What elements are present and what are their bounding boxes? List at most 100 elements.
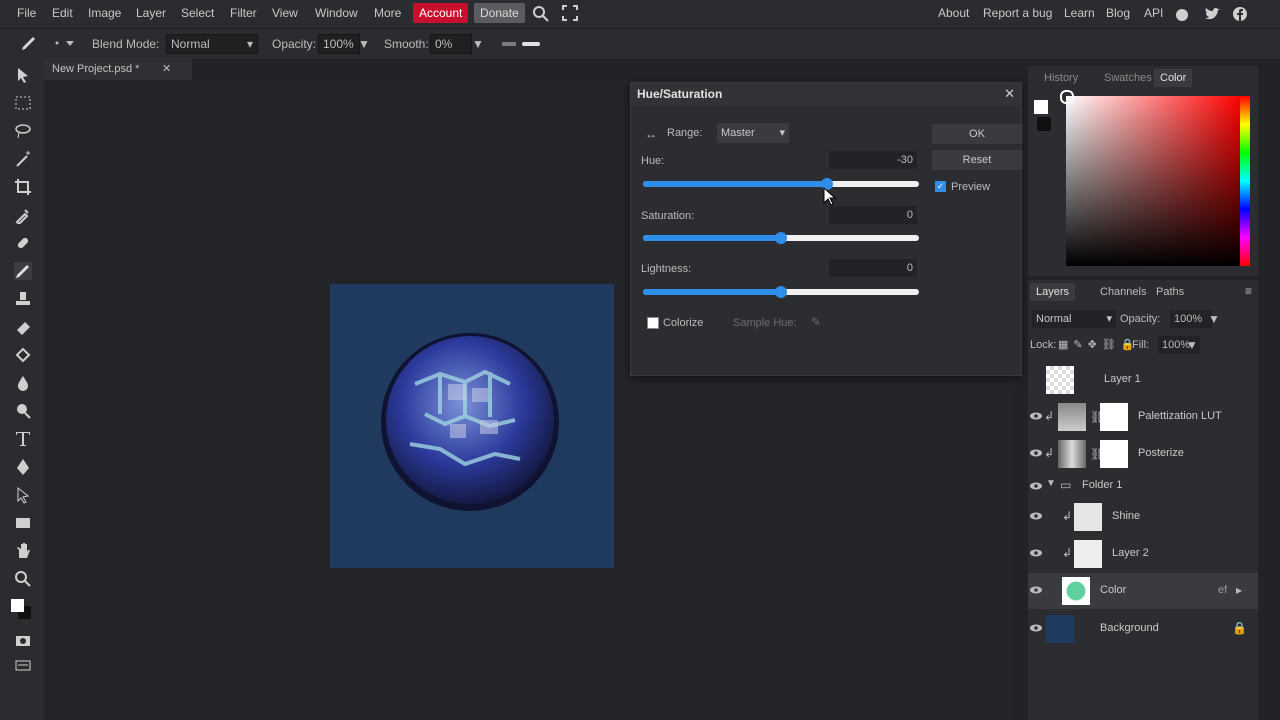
tab-paths[interactable]: Paths: [1156, 286, 1184, 298]
link-about[interactable]: About: [938, 6, 969, 20]
screen-mode-icon[interactable]: [14, 656, 32, 674]
chevron-down-icon[interactable]: ▼: [1186, 338, 1198, 352]
tab-channels[interactable]: Channels: [1100, 286, 1146, 298]
menu-more[interactable]: More: [374, 6, 401, 20]
shape-tool-icon[interactable]: [14, 514, 32, 532]
layer-fx-badge[interactable]: ef: [1218, 584, 1227, 596]
link-learn[interactable]: Learn: [1064, 6, 1095, 20]
preview-checkbox[interactable]: ✓: [935, 181, 946, 192]
lightness-slider[interactable]: [643, 286, 919, 298]
range-select[interactable]: Master ▾: [717, 123, 789, 143]
dialog-title[interactable]: Hue/Saturation: [631, 83, 1021, 105]
eye-icon[interactable]: [1030, 622, 1042, 634]
eye-icon[interactable]: [1030, 510, 1042, 522]
close-icon[interactable]: ✕: [162, 58, 171, 80]
healing-brush-icon[interactable]: [14, 234, 32, 252]
link-blog[interactable]: Blog: [1106, 6, 1130, 20]
tab-layers[interactable]: Layers: [1030, 283, 1076, 301]
pencil-tool-icon[interactable]: [20, 35, 40, 53]
pencil-icon[interactable]: [14, 262, 32, 280]
chevron-down-icon[interactable]: ▼: [472, 37, 484, 51]
lightness-input[interactable]: 0: [829, 259, 917, 277]
layer-opacity-input[interactable]: 100%: [1170, 310, 1212, 328]
menu-edit[interactable]: Edit: [52, 6, 73, 20]
eraser-icon[interactable]: [14, 318, 32, 336]
reddit-icon[interactable]: [1174, 6, 1190, 22]
marquee-tool-icon[interactable]: [14, 94, 32, 112]
layer-row-selected[interactable]: Color ef ▸: [1028, 573, 1258, 609]
pressure-icon[interactable]: [502, 39, 542, 49]
eye-icon[interactable]: [1030, 584, 1042, 596]
tab-swatches[interactable]: Swatches: [1104, 72, 1152, 84]
crop-tool-icon[interactable]: [14, 178, 32, 196]
eye-icon[interactable]: [1030, 547, 1042, 559]
blur-tool-icon[interactable]: [14, 374, 32, 392]
tab-history[interactable]: History: [1044, 72, 1078, 84]
link-api[interactable]: API: [1144, 6, 1163, 20]
layer-row[interactable]: Background 🔒: [1028, 611, 1258, 647]
twitter-icon[interactable]: [1204, 6, 1220, 22]
panel-menu-icon[interactable]: ≡: [1245, 284, 1252, 298]
menu-image[interactable]: Image: [88, 6, 121, 20]
lock-icons[interactable]: ▦✎✥⛓🔒: [1058, 338, 1140, 351]
fg-bg-swatch[interactable]: [1034, 100, 1054, 134]
account-button[interactable]: Account: [413, 3, 469, 23]
layer-row[interactable]: ↲ ⛓ Posterize: [1028, 436, 1258, 472]
donate-button[interactable]: Donate: [474, 3, 525, 23]
smooth-input[interactable]: 0%: [430, 34, 472, 54]
zoom-tool-icon[interactable]: [14, 570, 32, 588]
menu-layer[interactable]: Layer: [136, 6, 166, 20]
menu-select[interactable]: Select: [181, 6, 214, 20]
hue-input[interactable]: -30: [829, 151, 917, 169]
ok-button[interactable]: OK: [931, 123, 1023, 145]
chevron-down-icon[interactable]: ▼: [358, 37, 370, 51]
chevron-down-icon[interactable]: ▼: [1208, 312, 1220, 326]
lightness-slider-knob[interactable]: [775, 286, 787, 298]
chevron-down-icon[interactable]: ▼: [1046, 478, 1056, 489]
layer-row[interactable]: ↲ ⛓ Palettization LUT: [1028, 399, 1258, 435]
dodge-tool-icon[interactable]: [14, 402, 32, 420]
close-icon[interactable]: ✕: [1004, 86, 1015, 102]
saturation-slider-knob[interactable]: [775, 232, 787, 244]
quick-mask-icon[interactable]: [14, 632, 32, 650]
move-tool-icon[interactable]: [14, 66, 32, 84]
layer-blend-select[interactable]: Normal ▾: [1032, 310, 1116, 328]
menu-window[interactable]: Window: [315, 6, 358, 20]
pen-tool-icon[interactable]: [14, 458, 32, 476]
document-tab[interactable]: New Project.psd * ✕: [44, 58, 192, 80]
foreground-background-swatch[interactable]: [10, 598, 34, 620]
facebook-icon[interactable]: [1232, 6, 1248, 22]
saturation-input[interactable]: 0: [829, 206, 917, 224]
hue-bar[interactable]: [1240, 96, 1250, 266]
layer-row[interactable]: Layer 1: [1028, 362, 1258, 398]
menu-filter[interactable]: Filter: [230, 6, 257, 20]
folder-row[interactable]: ▼ ▭ Folder 1: [1028, 473, 1258, 497]
canvas-artboard[interactable]: [330, 284, 614, 568]
link-report-bug[interactable]: Report a bug: [983, 6, 1052, 20]
magic-wand-icon[interactable]: [14, 150, 32, 168]
path-select-icon[interactable]: [14, 486, 32, 504]
fullscreen-icon[interactable]: [562, 5, 578, 21]
menu-view[interactable]: View: [272, 6, 298, 20]
color-picker-field[interactable]: [1060, 90, 1242, 266]
paint-bucket-icon[interactable]: [14, 346, 32, 364]
opacity-input[interactable]: 100%: [318, 34, 360, 54]
colorize-checkbox[interactable]: [647, 317, 659, 329]
eye-icon[interactable]: [1030, 410, 1042, 422]
layer-row[interactable]: ↲ Shine: [1028, 499, 1258, 535]
tab-color[interactable]: Color: [1154, 69, 1193, 87]
brush-size-icon[interactable]: [54, 38, 76, 50]
chevron-right-icon[interactable]: ▸: [1236, 583, 1242, 597]
menu-file[interactable]: File: [17, 6, 36, 20]
hand-tool-icon[interactable]: [14, 542, 32, 560]
blend-mode-select[interactable]: Normal ▾: [166, 34, 258, 54]
eye-icon[interactable]: [1030, 447, 1042, 459]
lasso-tool-icon[interactable]: [14, 122, 32, 140]
type-tool-icon[interactable]: [14, 430, 32, 448]
hue-slider[interactable]: [643, 178, 919, 190]
picker-handle[interactable]: [1060, 90, 1074, 104]
saturation-slider[interactable]: [643, 232, 919, 244]
layer-row[interactable]: ↲ Layer 2: [1028, 536, 1258, 572]
reset-button[interactable]: Reset: [931, 149, 1023, 171]
search-icon[interactable]: [532, 5, 550, 23]
